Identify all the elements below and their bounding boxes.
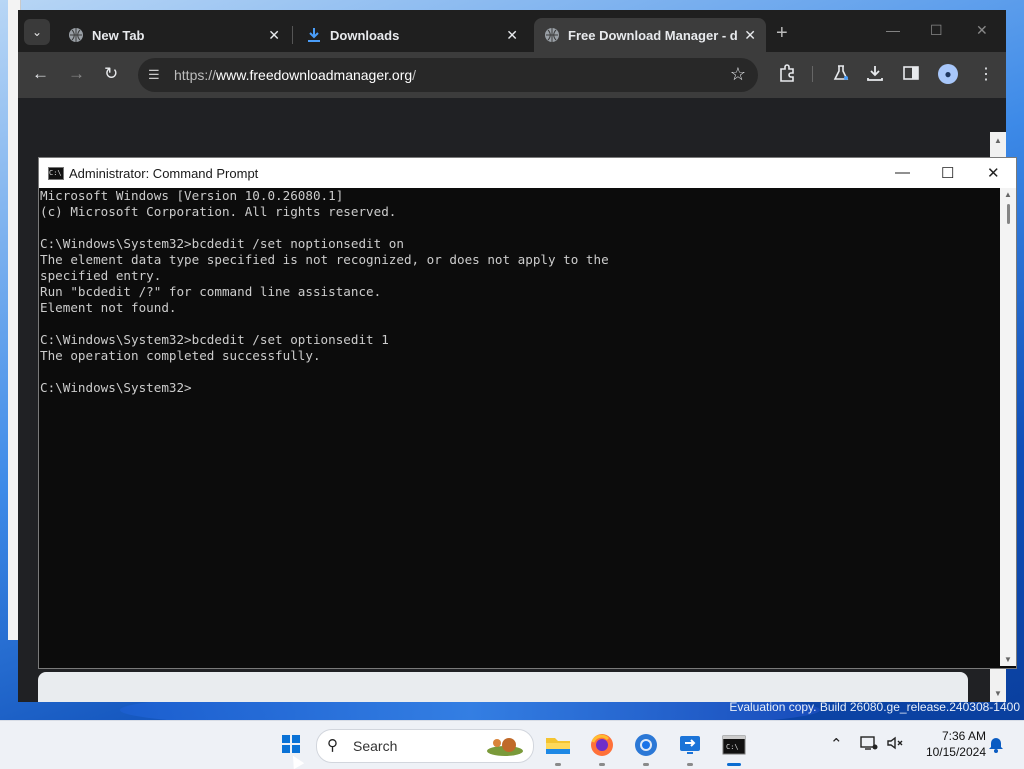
tab-free-download-manager[interactable]: Free Download Manager - dov ✕	[534, 18, 766, 52]
labs-flask-icon[interactable]	[832, 64, 850, 87]
search-placeholder: Search	[353, 738, 398, 754]
taskbar-search[interactable]: ⚲ Search	[316, 729, 534, 763]
minimize-icon[interactable]: —	[886, 22, 900, 38]
console-line: The element data type specified is not r…	[40, 252, 609, 267]
tab-strip: ⌄ New Tab ✕ Downloads ✕ Free Download Ma…	[18, 10, 1006, 52]
console-output[interactable]: Microsoft Windows [Version 10.0.26080.1]…	[39, 188, 1000, 666]
maximize-icon[interactable]: ☐	[941, 164, 954, 182]
more-menu-icon[interactable]: ⋮	[978, 64, 994, 84]
console-line: The operation completed successfully.	[40, 348, 321, 363]
svg-text:C:\: C:\	[726, 743, 739, 751]
toolbar-divider	[812, 66, 813, 82]
tab-label: Free Download Manager - dov	[568, 27, 738, 43]
clock-date: 10/15/2024	[925, 745, 986, 759]
console-line: (c) Microsoft Corporation. All rights re…	[40, 204, 397, 219]
console-line: C:\Windows\System32>bcdedit /set noption…	[40, 236, 404, 251]
tab-separator	[292, 26, 293, 44]
site-info-icon[interactable]: ☰	[148, 67, 160, 83]
address-bar[interactable]: ☰ https://www.freedownloadmanager.org/ ☆	[138, 58, 758, 92]
network-icon[interactable]	[860, 735, 878, 755]
tab-new-tab[interactable]: New Tab ✕	[58, 18, 290, 52]
back-arrow-icon[interactable]: ←	[32, 64, 49, 84]
running-indicator	[687, 763, 693, 766]
scroll-up-arrow-icon[interactable]: ▲	[1004, 190, 1012, 199]
running-indicator	[555, 763, 561, 766]
bookmark-star-icon[interactable]: ☆	[730, 64, 746, 85]
close-icon[interactable]: ✕	[744, 27, 756, 44]
profile-avatar-icon[interactable]: ●	[938, 64, 958, 84]
console-line: C:\Windows\System32>bcdedit /set options…	[40, 332, 389, 347]
console-line: Run "bcdedit /?" for command line assist…	[40, 284, 382, 299]
url-text: https://www.freedownloadmanager.org/	[174, 67, 417, 83]
tab-downloads[interactable]: Downloads ✕	[296, 18, 528, 52]
close-window-icon[interactable]: ✕	[976, 22, 988, 39]
clock-time: 7:36 AM	[941, 729, 986, 743]
download-icon[interactable]	[866, 64, 884, 87]
chevron-down-icon: ⌄	[31, 25, 43, 39]
side-panel-icon[interactable]	[902, 64, 920, 87]
command-prompt-icon: C:\	[48, 167, 64, 180]
tab-label: New Tab	[92, 27, 145, 43]
scroll-up-arrow-icon[interactable]: ▲	[994, 136, 1002, 145]
volume-muted-icon[interactable]	[886, 735, 904, 755]
start-windows-icon[interactable]	[282, 735, 300, 753]
remote-desktop-icon[interactable]	[676, 731, 704, 766]
new-tab-plus-icon[interactable]: +	[776, 22, 788, 45]
cmd-scrollbar[interactable]: ▲ ▼	[1000, 188, 1016, 666]
close-icon[interactable]: ✕	[987, 164, 1000, 182]
console-line: C:\Windows\System32>	[40, 380, 192, 395]
command-prompt-window: C:\ Administrator: Command Prompt — ☐ ✕ …	[38, 157, 1017, 669]
clock[interactable]: 7:36 AM 10/15/2024	[912, 728, 986, 760]
close-icon[interactable]: ✕	[506, 27, 518, 44]
scrollbar-thumb[interactable]	[1007, 204, 1010, 224]
minimize-icon[interactable]: —	[895, 164, 910, 181]
console-line: Microsoft Windows [Version 10.0.26080.1]	[40, 188, 344, 203]
download-icon	[306, 27, 322, 43]
running-indicator	[643, 763, 649, 766]
maximize-icon[interactable]: ☐	[930, 22, 943, 39]
chrome-icon[interactable]	[632, 731, 660, 766]
extensions-icon[interactable]	[778, 64, 796, 87]
forward-arrow-icon[interactable]: →	[68, 64, 85, 84]
console-line: Element not found.	[40, 300, 177, 315]
globe-icon	[68, 27, 84, 43]
chevron-up-icon[interactable]: ⌃	[830, 735, 843, 753]
scroll-down-arrow-icon[interactable]: ▼	[1004, 655, 1012, 664]
taskbar: ⚲ Search C:\ ⌃ 7:36 AM 10/15/2024	[0, 720, 1024, 769]
globe-icon	[544, 27, 560, 43]
close-icon[interactable]: ✕	[268, 27, 280, 44]
file-explorer-icon[interactable]	[544, 731, 572, 766]
search-highlight-icon	[487, 738, 523, 756]
terminal-icon[interactable]: C:\	[720, 731, 748, 766]
browser-toolbar: ← → ↻ ☰ https://www.freedownloadmanager.…	[18, 52, 1006, 98]
tab-label: Downloads	[330, 27, 400, 43]
tab-search-button[interactable]: ⌄	[24, 19, 50, 45]
scroll-down-arrow-icon[interactable]: ▼	[994, 689, 1002, 698]
cmd-titlebar[interactable]: C:\ Administrator: Command Prompt — ☐ ✕	[39, 158, 1016, 188]
search-icon: ⚲	[327, 737, 338, 754]
window-title: Administrator: Command Prompt	[69, 166, 259, 181]
console-line: specified entry.	[40, 268, 162, 283]
firefox-icon[interactable]	[588, 731, 616, 766]
active-indicator	[727, 763, 741, 766]
reload-icon[interactable]: ↻	[104, 64, 118, 84]
page-card	[38, 672, 968, 702]
running-indicator	[599, 763, 605, 766]
evaluation-watermark: Evaluation copy. Build 26080.ge_release.…	[729, 700, 1020, 714]
notification-bell-icon[interactable]	[988, 735, 1004, 757]
